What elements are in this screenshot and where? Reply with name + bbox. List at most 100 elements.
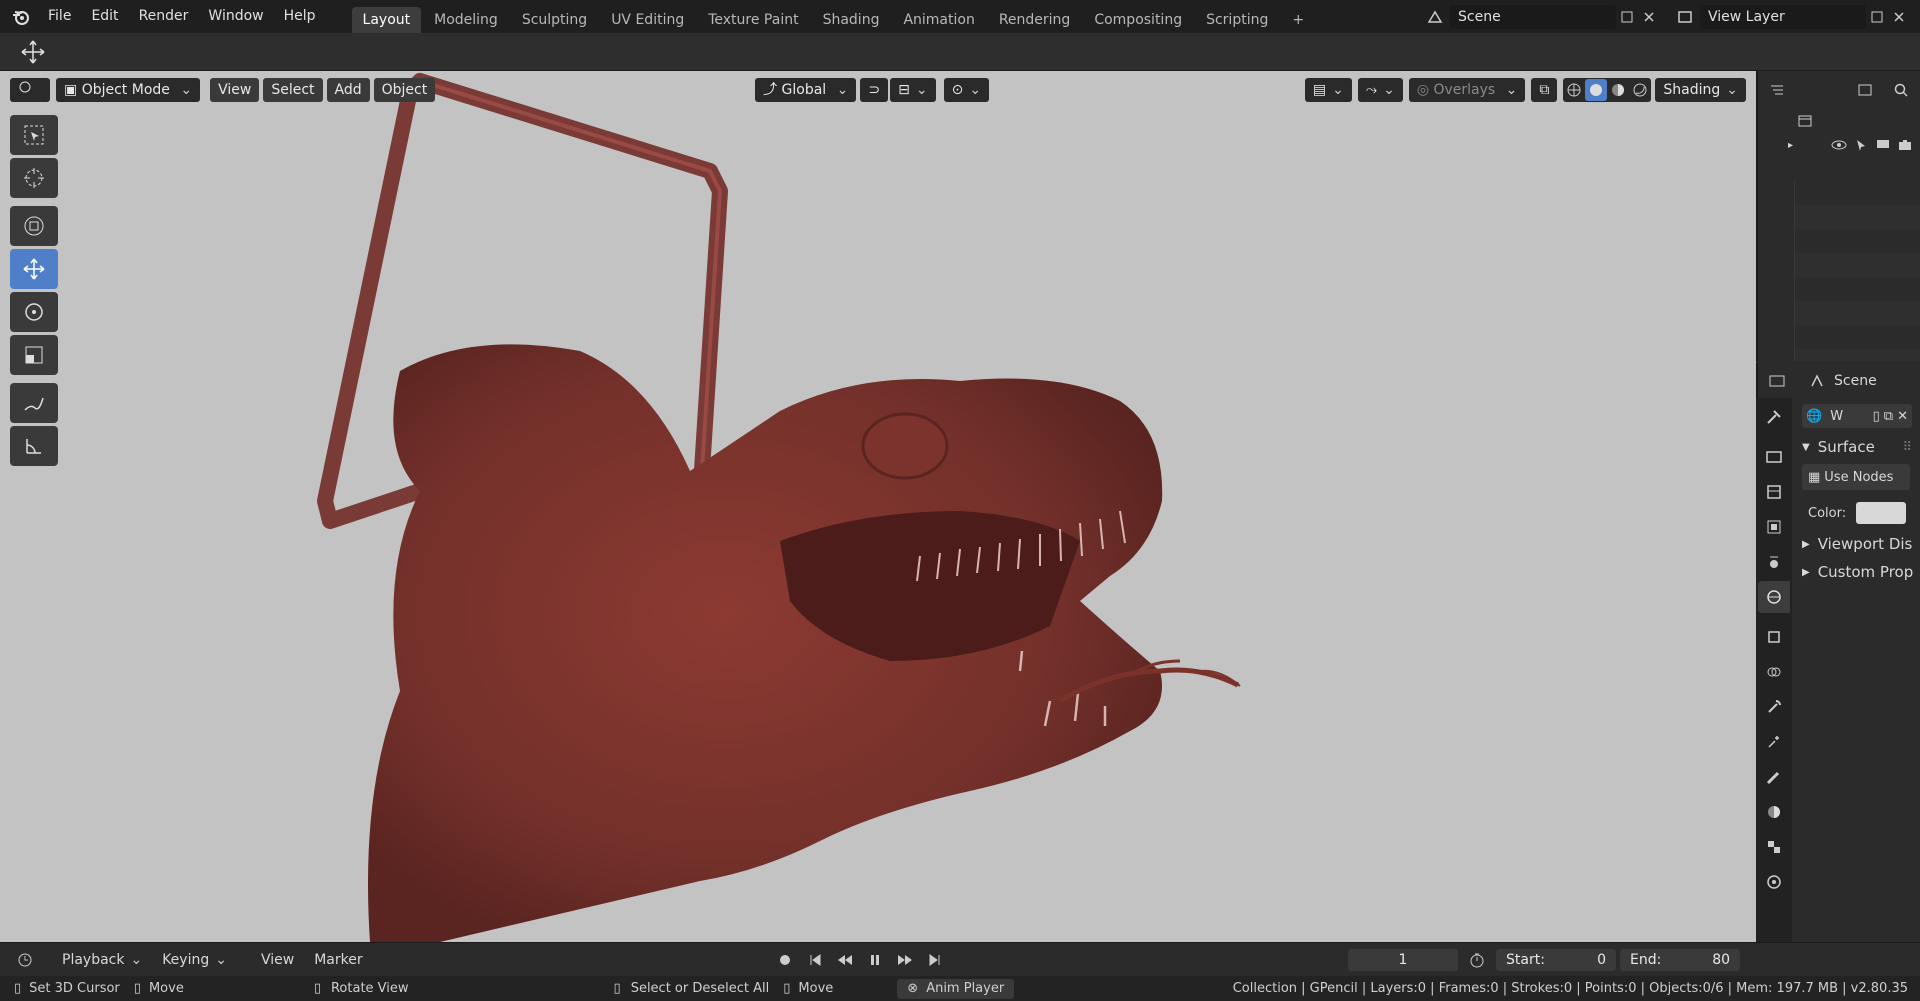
view-layer-field[interactable]: View Layer — [1700, 4, 1866, 29]
search-icon[interactable] — [1890, 79, 1912, 101]
stopwatch-icon[interactable] — [1466, 949, 1488, 971]
output-properties-icon[interactable] — [1758, 476, 1790, 508]
end-frame-field[interactable]: End: 80 — [1620, 948, 1741, 971]
viewport-menu-select[interactable]: Select — [263, 78, 323, 102]
rewind-icon[interactable] — [834, 949, 856, 971]
timeline-menu-view[interactable]: View — [251, 952, 304, 968]
close-icon[interactable] — [1638, 6, 1660, 28]
add-workspace-button[interactable]: + — [1281, 7, 1315, 33]
new-view-layer-icon[interactable] — [1866, 6, 1888, 28]
viewport-menu-object[interactable]: Object — [373, 78, 436, 102]
menu-file[interactable]: File — [38, 0, 81, 33]
rendered-shading-icon[interactable] — [1629, 79, 1651, 101]
tool-settings-icon[interactable] — [1758, 401, 1790, 433]
properties-editor-icon[interactable] — [1766, 370, 1788, 392]
move-tool-icon[interactable] — [18, 37, 48, 67]
close-icon[interactable]: ✕ — [1897, 409, 1908, 424]
tab-texture-paint[interactable]: Texture Paint — [697, 7, 809, 33]
color-swatch[interactable] — [1856, 502, 1907, 524]
mode-select[interactable]: ▣ Object Mode — [56, 78, 201, 102]
timeline-editor-icon[interactable] — [14, 949, 36, 971]
viewport-display-panel-header[interactable]: ▶ Viewport Dis — [1802, 530, 1912, 558]
expand-arrow-icon[interactable]: ▸ — [1788, 140, 1793, 151]
rotate-tool[interactable] — [10, 292, 58, 332]
pause-icon[interactable] — [864, 949, 886, 971]
physics-brush-icon[interactable] — [1758, 761, 1790, 793]
measure-tool[interactable] — [10, 426, 58, 466]
tab-scripting[interactable]: Scripting — [1195, 7, 1279, 33]
xray-toggle[interactable]: ⧉ — [1531, 78, 1558, 102]
timeline-menu-playback[interactable]: Playback — [52, 952, 152, 968]
snap-toggle[interactable]: ⊃ — [860, 78, 889, 102]
new-scene-icon[interactable] — [1616, 6, 1638, 28]
menu-render[interactable]: Render — [129, 0, 199, 33]
gizmo-select[interactable]: ⤳ — [1357, 78, 1403, 102]
surface-panel-header[interactable]: ▼ Surface ⠿ — [1802, 432, 1912, 462]
drag-handle-icon[interactable]: ⠿ — [1902, 440, 1912, 455]
select-arrow-icon[interactable] — [1850, 134, 1872, 156]
tab-uv-editing[interactable]: UV Editing — [600, 7, 695, 33]
proportional-edit-select[interactable]: ⊙ — [943, 78, 990, 102]
solid-shading-icon[interactable] — [1585, 79, 1608, 101]
select-box-tool[interactable] — [10, 115, 58, 155]
wireframe-shading-icon[interactable] — [1563, 79, 1585, 101]
world-datablock[interactable]: 🌐 W ▯ ⧉ ✕ — [1802, 404, 1912, 428]
viewport-menu-add[interactable]: Add — [326, 78, 370, 102]
overlays-select[interactable]: ◎ Overlays — [1408, 78, 1526, 102]
visual-effects-icon[interactable] — [1758, 866, 1790, 898]
tab-rendering[interactable]: Rendering — [988, 7, 1082, 33]
eye-icon[interactable] — [1828, 134, 1850, 156]
tab-modeling[interactable]: Modeling — [423, 7, 509, 33]
camera-icon[interactable] — [1894, 134, 1916, 156]
close-icon[interactable] — [1888, 6, 1910, 28]
scene-properties-icon[interactable] — [1758, 546, 1790, 578]
fake-user-icon[interactable]: ▯ — [1873, 409, 1880, 424]
view-layer-icon[interactable] — [1674, 6, 1696, 28]
editor-type-button[interactable] — [10, 78, 50, 102]
orientation-select[interactable]: ⤴ Global — [755, 78, 857, 102]
copy-icon[interactable]: ⧉ — [1884, 409, 1893, 424]
jump-start-icon[interactable] — [804, 949, 826, 971]
filter-icon[interactable] — [1854, 79, 1876, 101]
current-frame-field[interactable]: 1 — [1348, 948, 1459, 971]
menu-help[interactable]: Help — [274, 0, 326, 33]
visibility-select[interactable]: ▤ — [1304, 78, 1352, 102]
world-properties-icon[interactable] — [1758, 581, 1790, 613]
monitor-icon[interactable] — [1872, 134, 1894, 156]
tab-layout[interactable]: Layout — [351, 7, 422, 33]
record-icon[interactable] — [774, 949, 796, 971]
move-tool[interactable] — [10, 249, 58, 289]
fast-forward-icon[interactable] — [894, 949, 916, 971]
tab-sculpting[interactable]: Sculpting — [511, 7, 598, 33]
snap-target-select[interactable]: ⊟ — [890, 78, 936, 102]
outliner-object-row[interactable]: ▸ — [1758, 133, 1920, 157]
scale-tool[interactable] — [10, 335, 58, 375]
material-shading-icon[interactable] — [1607, 79, 1629, 101]
timeline-menu-marker[interactable]: Marker — [304, 952, 372, 968]
timeline-menu-keying[interactable]: Keying — [152, 952, 237, 968]
texture-properties-icon[interactable] — [1758, 831, 1790, 863]
material-properties-icon[interactable] — [1758, 796, 1790, 828]
outliner-collection-row[interactable] — [1758, 109, 1920, 133]
blender-logo-icon[interactable] — [10, 6, 32, 28]
scene-field[interactable]: Scene — [1450, 4, 1616, 29]
particles-icon[interactable] — [1758, 726, 1790, 758]
object-properties-icon[interactable] — [1758, 621, 1790, 653]
view-layer-properties-icon[interactable] — [1758, 511, 1790, 543]
viewport-menu-view[interactable]: View — [210, 78, 260, 102]
jump-end-icon[interactable] — [924, 949, 946, 971]
3d-viewport[interactable] — [0, 71, 1756, 942]
annotate-tool[interactable] — [10, 383, 58, 423]
move-tool-alt[interactable] — [10, 206, 58, 246]
modifier-wrench-icon[interactable] — [1758, 691, 1790, 723]
anim-player-button[interactable]: ⊗ Anim Player — [897, 978, 1015, 999]
cursor-tool[interactable] — [10, 158, 58, 198]
menu-window[interactable]: Window — [198, 0, 273, 33]
shading-select[interactable]: Shading — [1655, 78, 1747, 102]
use-nodes-button[interactable]: ▦ Use Nodes — [1802, 464, 1910, 490]
start-frame-field[interactable]: Start: 0 — [1496, 948, 1617, 971]
menu-edit[interactable]: Edit — [81, 0, 128, 33]
custom-props-panel-header[interactable]: ▶ Custom Prop — [1802, 558, 1913, 586]
tab-animation[interactable]: Animation — [892, 7, 985, 33]
constraint-properties-icon[interactable] — [1758, 656, 1790, 688]
